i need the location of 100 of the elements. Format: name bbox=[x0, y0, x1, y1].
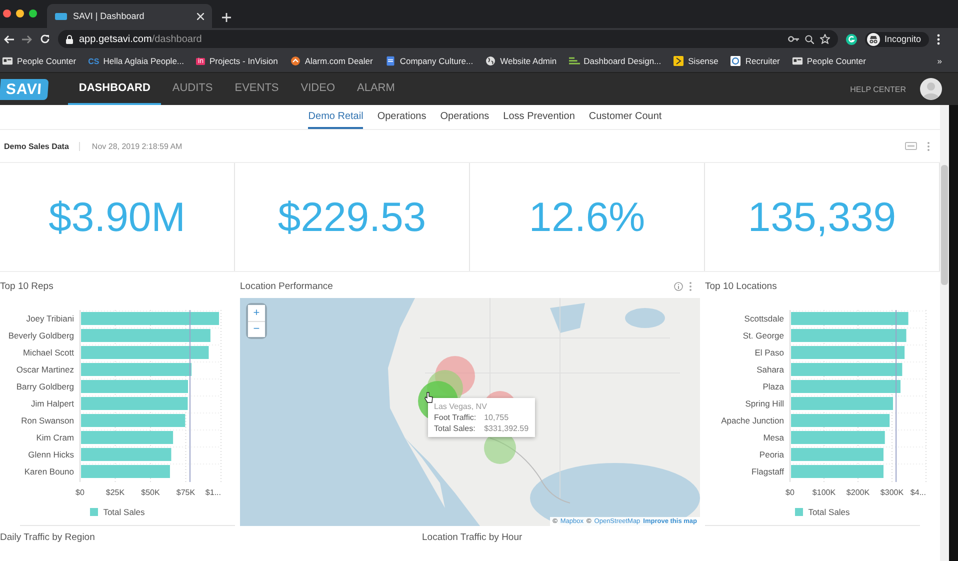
key-icon[interactable] bbox=[788, 36, 800, 42]
category-label: Beverly Goldberg bbox=[8, 330, 74, 340]
bookmark-link[interactable]: Company Culture... bbox=[400, 56, 474, 66]
document-icon bbox=[384, 56, 396, 66]
address-bar[interactable]: app.getsavi.com/dashboard bbox=[58, 30, 838, 48]
bookmark-link[interactable]: Projects - InVision bbox=[209, 56, 278, 66]
section-tab[interactable]: Operations bbox=[377, 105, 426, 129]
tooltip-title: Las Vegas, NV bbox=[434, 402, 488, 411]
bookmark-link[interactable]: Sisense bbox=[688, 56, 718, 66]
section-title: Daily Traffic by Region bbox=[0, 532, 96, 543]
category-label: Joey Tribiani bbox=[26, 314, 74, 324]
kpi-value: $229.53 bbox=[278, 194, 426, 240]
chart-title: Top 10 Locations bbox=[705, 280, 777, 292]
nav-tab[interactable]: ALARM bbox=[346, 73, 406, 105]
bookmark-link[interactable]: Website Admin bbox=[500, 56, 557, 66]
bookmark-link[interactable]: Recruiter bbox=[745, 56, 780, 66]
category-label: Scottsdale bbox=[744, 314, 784, 324]
globe-icon bbox=[485, 56, 496, 66]
kpi-value: $3.90M bbox=[48, 194, 186, 240]
category-label: Mesa bbox=[762, 432, 784, 442]
category-label: Karen Bouno bbox=[24, 466, 74, 476]
incognito-icon bbox=[867, 32, 880, 46]
bookmark-link[interactable]: People Counter bbox=[806, 56, 866, 66]
kpi-value: 12.6% bbox=[528, 194, 646, 240]
chat-icon bbox=[730, 56, 742, 66]
category-label: Michael Scott bbox=[22, 348, 74, 358]
browser-tab[interactable]: SAVI | Dashboard bbox=[47, 4, 212, 28]
back-icon[interactable] bbox=[4, 34, 14, 44]
category-label: Sahara bbox=[756, 364, 784, 374]
section-title: Location Traffic by Hour bbox=[422, 532, 522, 543]
bookmark-link[interactable]: Alarm.com Dealer bbox=[304, 56, 373, 66]
report-title: Demo Sales Data bbox=[0, 142, 80, 150]
bars-icon bbox=[568, 56, 580, 66]
category-label: St. George bbox=[742, 330, 784, 340]
tick-label: $50K bbox=[140, 488, 160, 497]
timestamp: Nov 28, 2019 2:18:59 AM bbox=[90, 142, 184, 150]
tooltip-value: $331,392.59 bbox=[484, 424, 529, 433]
tick-label: $200K bbox=[846, 488, 870, 497]
kpi-value: 135,339 bbox=[748, 194, 896, 240]
tick-label: $4... bbox=[910, 488, 926, 497]
bookmark-link[interactable]: Dashboard Design... bbox=[584, 56, 662, 66]
category-label: Plaza bbox=[762, 382, 784, 392]
chart-title: Top 10 Reps bbox=[0, 280, 54, 292]
nav-tab[interactable]: EVENTS bbox=[224, 73, 290, 105]
avatar-icon[interactable] bbox=[920, 78, 942, 100]
reload-icon[interactable] bbox=[40, 34, 50, 44]
section-tab[interactable]: Operations bbox=[440, 105, 490, 129]
scrollbar-thumb[interactable] bbox=[941, 165, 948, 285]
category-label: Apache Junction bbox=[720, 416, 784, 426]
category-label: Jim Halpert bbox=[30, 398, 74, 408]
category-label: El Paso bbox=[754, 348, 784, 358]
tooltip-label: Total Sales: bbox=[434, 424, 476, 433]
new-tab-icon[interactable] bbox=[222, 13, 231, 22]
category-label: Spring Hill bbox=[744, 398, 784, 408]
profile-button[interactable]: Incognito bbox=[865, 32, 929, 46]
tab-title: SAVI | Dashboard bbox=[73, 11, 146, 21]
category-label: Glenn Hicks bbox=[28, 450, 74, 460]
tick-label: $100K bbox=[812, 488, 836, 497]
category-label: Oscar Martinez bbox=[16, 364, 74, 374]
tick-label: $75K bbox=[176, 488, 195, 497]
legend-label: Total Sales bbox=[103, 507, 145, 517]
chart-title: Location Performance bbox=[240, 280, 333, 292]
help-center-link[interactable]: HELP CENTER bbox=[850, 84, 906, 94]
category-label: Flagstaff bbox=[751, 466, 784, 476]
star-icon[interactable] bbox=[820, 34, 830, 44]
bookmark-link[interactable]: People Counter bbox=[17, 56, 76, 66]
section-tab[interactable]: Customer Count bbox=[588, 105, 662, 129]
lock-icon bbox=[66, 34, 73, 44]
circle-icon bbox=[290, 56, 301, 66]
category-label: Barry Goldberg bbox=[16, 382, 74, 392]
category-label: Peoria bbox=[758, 450, 784, 460]
square-icon bbox=[673, 56, 684, 66]
legend-swatch bbox=[90, 508, 98, 516]
info-icon[interactable] bbox=[674, 282, 683, 290]
tooltip-value: 10,755 bbox=[484, 413, 510, 422]
nav-tab[interactable]: VIDEO bbox=[290, 73, 346, 105]
category-label: Ron Swanson bbox=[20, 416, 74, 426]
more-bookmarks-button[interactable]: » bbox=[937, 56, 942, 66]
card-icon bbox=[792, 56, 803, 66]
close-icon[interactable] bbox=[197, 12, 204, 20]
zoom-icon[interactable] bbox=[805, 34, 814, 44]
section-tab[interactable]: Demo Retail bbox=[308, 105, 364, 129]
legend-swatch bbox=[795, 508, 804, 516]
tick-label: $0 bbox=[785, 488, 794, 497]
bookmark-link[interactable]: Hella Aglaia People... bbox=[103, 56, 184, 66]
tick-label: $300K bbox=[880, 488, 904, 497]
category-label: Kim Cram bbox=[36, 432, 74, 442]
tick-label: $0 bbox=[75, 488, 84, 497]
tick-label: $1... bbox=[204, 488, 220, 497]
nav-tab[interactable]: DASHBOARD bbox=[68, 73, 162, 105]
favicon-icon bbox=[55, 12, 67, 20]
nav-tab[interactable]: AUDITS bbox=[161, 73, 224, 105]
section-tab[interactable]: Loss Prevention bbox=[503, 105, 575, 129]
forward-icon[interactable] bbox=[22, 34, 32, 44]
extension-icon[interactable] bbox=[846, 34, 858, 44]
window-controls-icon[interactable] bbox=[3, 9, 37, 18]
tick-label: $25K bbox=[105, 488, 124, 497]
tooltip-label: Foot Traffic: bbox=[434, 413, 476, 422]
menu-icon[interactable] bbox=[937, 34, 940, 44]
legend-label: Total Sales bbox=[808, 507, 850, 517]
